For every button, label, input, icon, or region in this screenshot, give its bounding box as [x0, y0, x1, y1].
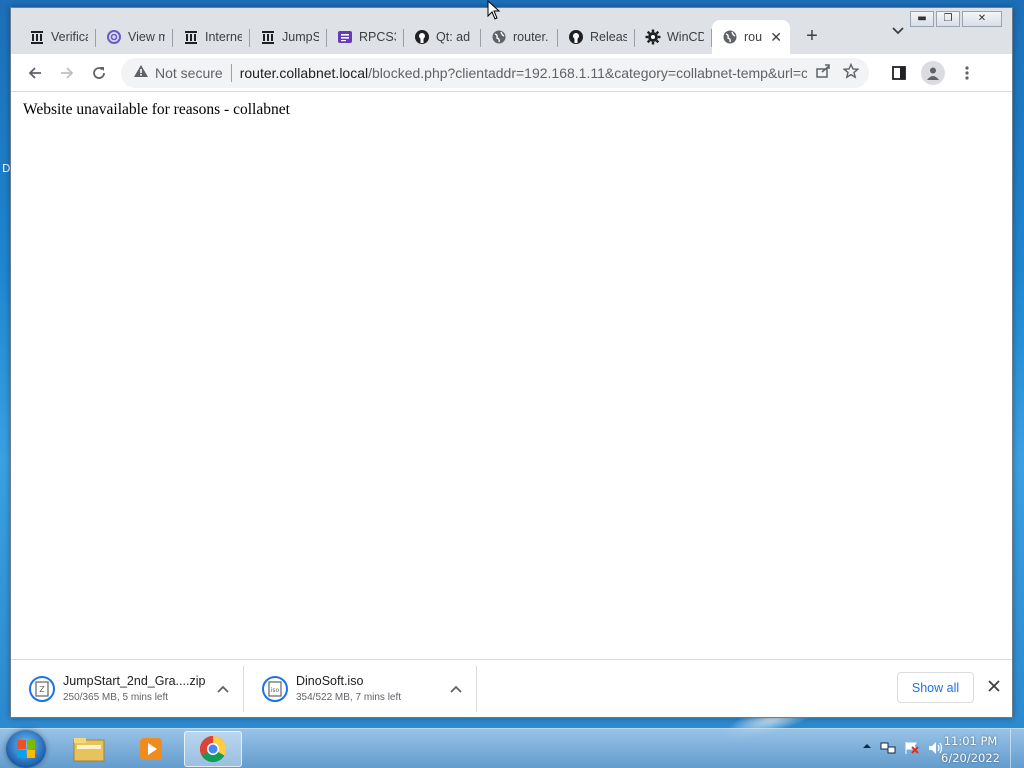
taskbar-chrome[interactable]	[184, 731, 242, 767]
tab-label: router.	[513, 30, 549, 44]
action-center-flag-icon[interactable]	[904, 741, 920, 758]
browser-toolbar: Not secure router.collabnet.local/blocke…	[11, 54, 1012, 91]
tab-label: View m	[128, 30, 165, 44]
download-text: DinoSoft.iso 354/522 MB, 7 mins left	[296, 674, 401, 703]
download-text: JumpStart_2nd_Gra....zip 250/365 MB, 5 m…	[63, 674, 205, 703]
github-icon	[568, 29, 584, 45]
system-tray	[862, 741, 944, 758]
chevron-up-icon[interactable]	[450, 680, 462, 698]
taskbar: 11:01 PM 6/20/2022	[0, 728, 1024, 768]
omnibox-divider	[230, 63, 232, 82]
chrome-icon	[199, 735, 227, 763]
clock[interactable]: 11:01 PM 6/20/2022	[941, 733, 1000, 767]
chevron-up-icon[interactable]	[862, 741, 872, 758]
side-panel-icon	[892, 65, 906, 80]
bank-icon	[260, 29, 276, 45]
tab-label: RPCS3	[359, 30, 396, 44]
tab-qt-add[interactable]: Qt: ad	[404, 20, 481, 54]
chrome-window: ▬ ❐ ✕ Verifica View m Interne JumpS RPCS…	[10, 7, 1013, 718]
tab-verifica[interactable]: Verifica	[19, 20, 96, 54]
svg-text:iso: iso	[271, 687, 280, 694]
chevron-up-icon[interactable]	[217, 680, 229, 698]
download-name: DinoSoft.iso	[296, 674, 364, 688]
windows-logo-icon	[17, 740, 35, 758]
tab-releases[interactable]: Releas	[558, 20, 635, 54]
download-item[interactable]: Z JumpStart_2nd_Gra....zip 250/365 MB, 5…	[11, 665, 244, 712]
folder-icon	[73, 738, 105, 762]
reload-icon	[93, 66, 105, 79]
download-name: JumpStart_2nd_Gra....zip	[63, 674, 206, 688]
new-tab-button[interactable]: +	[796, 20, 828, 52]
star-icon[interactable]	[842, 62, 860, 82]
address-bar[interactable]: Not secure router.collabnet.local/blocke…	[121, 57, 869, 88]
tab-label: rou	[744, 30, 763, 44]
tab-label: Qt: ad	[436, 30, 471, 44]
arrow-left-icon	[28, 66, 41, 79]
url-path: /blocked.php?clientaddr=192.168.1.11&cat…	[368, 64, 807, 81]
tab-rpcs3[interactable]: RPCS3	[327, 20, 404, 54]
show-all-button[interactable]: Show all	[897, 672, 974, 703]
blocked-message: Website unavailable for reasons - collab…	[23, 101, 290, 118]
tab-strip: Verifica View m Interne JumpS RPCS3	[11, 18, 1012, 54]
download-item[interactable]: iso DinoSoft.iso 354/522 MB, 7 mins left	[244, 665, 477, 712]
download-shelf: Z JumpStart_2nd_Gra....zip 250/365 MB, 5…	[11, 659, 1012, 717]
bank-icon	[29, 29, 45, 45]
tab-wincdemu[interactable]: WinCD	[635, 20, 712, 54]
media-player-icon	[140, 738, 162, 760]
globe-icon	[722, 29, 738, 45]
mouse-cursor-icon	[487, 0, 501, 20]
url-text[interactable]: router.collabnet.local/blocked.php?clien…	[240, 65, 807, 81]
tab-view-mail[interactable]: View m	[96, 20, 173, 54]
kebab-menu-icon	[965, 65, 969, 80]
gear-icon	[645, 29, 661, 45]
github-icon	[414, 29, 430, 45]
clock-date: 6/20/2022	[941, 751, 1000, 765]
close-tab-icon[interactable]: ✕	[770, 29, 782, 46]
omnibox-actions	[815, 62, 860, 82]
tab-jumpstart[interactable]: JumpS	[250, 20, 327, 54]
back-button[interactable]	[19, 57, 51, 89]
globe-icon	[491, 29, 507, 45]
at-icon	[106, 29, 122, 45]
close-icon[interactable]	[988, 679, 1000, 697]
tab-label: Releas	[590, 30, 627, 44]
taskbar-media-player[interactable]	[122, 731, 180, 767]
reload-button[interactable]	[83, 57, 115, 89]
tab-label: JumpS	[282, 30, 319, 44]
bank-icon	[183, 29, 199, 45]
tab-router[interactable]: router.	[481, 20, 558, 54]
form-icon	[337, 29, 353, 45]
tab-label: WinCD	[667, 30, 704, 44]
start-button[interactable]	[6, 730, 46, 768]
svg-text:Z: Z	[39, 685, 45, 694]
tab-label: Interne	[205, 30, 242, 44]
menu-button[interactable]	[951, 57, 983, 89]
toolbar-right	[883, 57, 983, 89]
warning-icon[interactable]	[133, 64, 149, 81]
tab-label: Verifica	[51, 30, 88, 44]
side-panel-button[interactable]	[883, 57, 915, 89]
page-content: Website unavailable for reasons - collab…	[11, 91, 1012, 659]
tab-router-blocked-active[interactable]: rou ✕	[712, 20, 790, 54]
clock-time: 11:01 PM	[943, 734, 998, 748]
taskbar-explorer[interactable]	[60, 731, 118, 767]
network-icon[interactable]	[880, 741, 896, 758]
arrow-right-icon	[61, 66, 74, 79]
zip-file-icon: Z	[29, 675, 55, 702]
show-desktop-button[interactable]	[1010, 729, 1024, 768]
iso-file-icon: iso	[262, 675, 288, 702]
security-label[interactable]: Not secure	[155, 65, 223, 81]
tab-internet[interactable]: Interne	[173, 20, 250, 54]
share-icon[interactable]	[815, 63, 831, 82]
tab-search-chevron-icon[interactable]	[892, 24, 904, 38]
download-status: 354/522 MB, 7 mins left	[296, 692, 402, 703]
forward-button[interactable]	[51, 57, 83, 89]
download-status: 250/365 MB, 5 mins left	[63, 692, 169, 703]
url-host: router.collabnet.local	[239, 64, 369, 81]
profile-avatar-icon[interactable]	[921, 60, 945, 85]
